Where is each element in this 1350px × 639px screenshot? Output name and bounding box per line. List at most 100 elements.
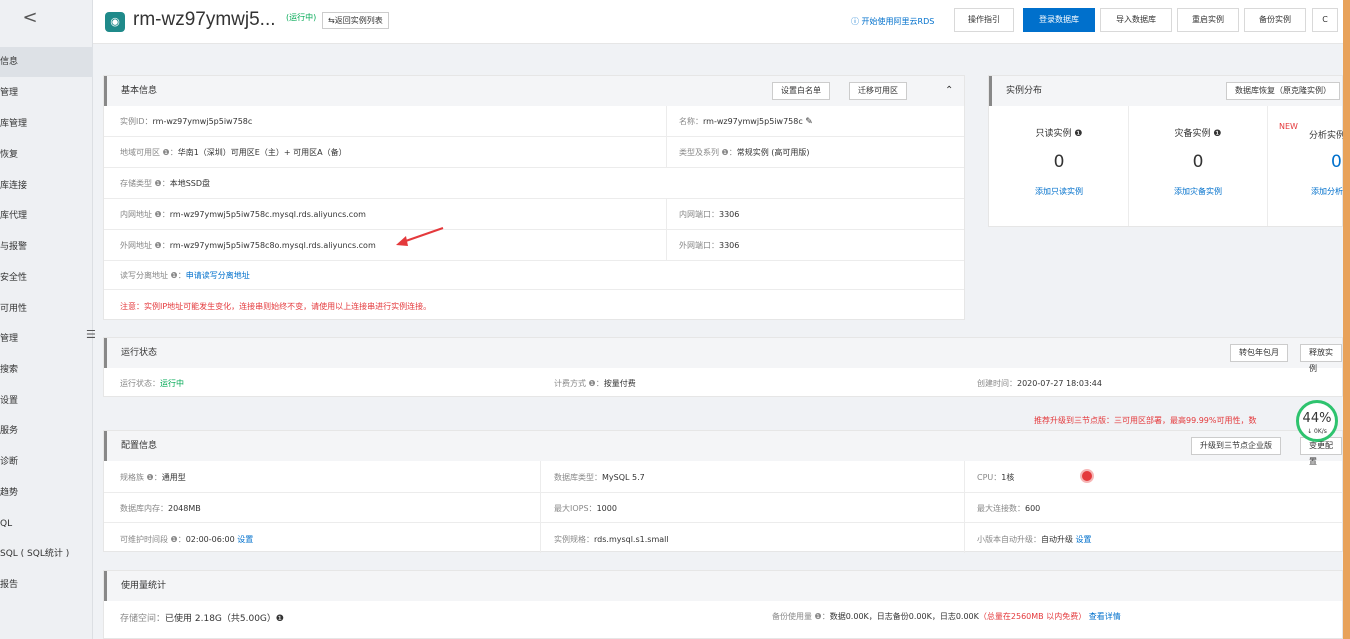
sidebar-item-info[interactable]: 信息 bbox=[0, 47, 93, 77]
login-db-button[interactable]: 登录数据库 bbox=[1023, 8, 1095, 32]
import-db-button[interactable]: 导入数据库 bbox=[1100, 8, 1172, 32]
whitelist-button[interactable]: 设置白名单 bbox=[772, 82, 830, 100]
instance-distribution-panel: 实例分布 数据库恢复（原克隆实例） 只读实例 ❶ 0 添加只读实例 灾备实例 ❶… bbox=[988, 75, 1345, 227]
sidebar-item[interactable]: 服务 bbox=[0, 416, 93, 446]
sidebar-item[interactable]: 诊断 bbox=[0, 447, 93, 477]
extranet-address: rm-wz97ymwj5p5iw758c8o.mysql.rds.aliyunc… bbox=[169, 241, 376, 250]
storage-type-label: 存储类型 ❶： bbox=[120, 179, 170, 188]
minor-upgrade-link[interactable]: 设置 bbox=[1076, 535, 1092, 544]
memory-label: 数据库内存： bbox=[120, 504, 168, 513]
created-value: 2020-07-27 18:03:44 bbox=[1017, 379, 1102, 388]
window-edge bbox=[1343, 0, 1350, 639]
cpu-value: 1核 bbox=[1001, 473, 1015, 482]
usage-title: 使用量统计 bbox=[121, 581, 167, 591]
storage-space-label: 存储空间： bbox=[120, 614, 166, 624]
storage-type-value: 本地SSD盘 bbox=[169, 179, 211, 188]
sidebar-item[interactable]: 报告 bbox=[0, 570, 93, 600]
max-conn-value: 600 bbox=[1025, 504, 1041, 513]
restart-button[interactable]: 重启实例 bbox=[1177, 8, 1239, 32]
back-to-list-button[interactable]: ⇆返回实例列表 bbox=[322, 12, 389, 29]
spec-label: 规格族 ❶： bbox=[120, 473, 162, 482]
back-arrow-icon[interactable]: < bbox=[18, 6, 42, 30]
billing-label: 计费方式 ❶： bbox=[554, 379, 604, 388]
monitor-speed: ↓ 0K/s bbox=[1307, 428, 1327, 435]
intranet-port-value: 3306 bbox=[719, 210, 740, 219]
getting-started-link[interactable]: ⓘ 开始使用阿里云RDS bbox=[851, 16, 934, 27]
memory-value: 2048MB bbox=[168, 504, 201, 513]
storage-space-value: 已使用 2.18G（共5.00G）❶ bbox=[165, 614, 284, 624]
sidebar-item[interactable]: 安全性 bbox=[0, 263, 93, 293]
sidebar-item[interactable]: 管理 bbox=[0, 78, 93, 108]
running-status-panel: 运行状态 转包年包月 释放实例 运行状态：运行中 计费方式 ❶：按量付费 创建时… bbox=[103, 337, 1343, 397]
backup-button[interactable]: 备份实例 bbox=[1244, 8, 1306, 32]
intranet-port-label: 内网端口： bbox=[679, 210, 719, 219]
sidebar-item[interactable]: 库代理 bbox=[0, 201, 93, 231]
collapse-icon[interactable]: ⌃ bbox=[945, 76, 953, 106]
basic-info-panel: 基本信息 设置白名单 迁移可用区 ⌃ 实例ID：rm-wz97ymwj5p5iw… bbox=[103, 75, 965, 320]
upgrade-promo-text: 推荐升级到三节点版：三可用区部署，最高99.99%可用性，数 bbox=[1034, 416, 1257, 425]
dbtype-value: MySQL 5.7 bbox=[602, 473, 645, 482]
billing-value: 按量付费 bbox=[603, 379, 636, 388]
sidebar-item[interactable]: 设置 bbox=[0, 386, 93, 416]
type-label: 类型及系列 ❶： bbox=[679, 148, 737, 157]
state-label: 运行状态： bbox=[120, 379, 160, 388]
backup-free-note: （总量在2560MB 以内免费） bbox=[978, 612, 1087, 621]
rw-split-link[interactable]: 申请读写分离地址 bbox=[186, 271, 250, 280]
dbtype-label: 数据库类型： bbox=[554, 473, 602, 482]
add-readonly-link[interactable]: 添加只读实例 bbox=[1004, 186, 1114, 197]
type-value: 常规实例 (高可用版) bbox=[736, 148, 810, 157]
iops-label: 最大IOPS： bbox=[554, 504, 597, 513]
edit-icon[interactable]: ✎ bbox=[805, 117, 813, 127]
guide-button[interactable]: 操作指引 bbox=[954, 8, 1014, 32]
distribution-header: 实例分布 数据库恢复（原克隆实例） bbox=[989, 76, 1342, 106]
upgrade-three-node-button[interactable]: 升级到三节点企业版 bbox=[1191, 437, 1281, 455]
rds-logo-icon: ◉ bbox=[105, 12, 125, 32]
region-value: 华南1（深圳）可用区E（主）+ 可用区A（备） bbox=[177, 148, 347, 157]
sidebar-item[interactable]: 库管理 bbox=[0, 109, 93, 139]
sidebar-item[interactable]: 搜索 bbox=[0, 355, 93, 385]
sidebar-item[interactable]: 可用性 bbox=[0, 294, 93, 324]
migrate-zone-button[interactable]: 迁移可用区 bbox=[849, 82, 907, 100]
name-label: 名称： bbox=[679, 117, 703, 126]
sidebar-item[interactable]: 与报警 bbox=[0, 232, 93, 262]
running-status-title: 运行状态 bbox=[121, 348, 158, 358]
instance-id-value: rm-wz97ymwj5p5iw758c bbox=[152, 117, 253, 126]
spec-value: 通用型 bbox=[161, 473, 186, 482]
state-value: 运行中 bbox=[160, 379, 184, 388]
backup-details-link[interactable]: 查看详情 bbox=[1089, 612, 1121, 621]
sidebar-item[interactable]: QL bbox=[0, 509, 93, 539]
monitor-percent: 44% bbox=[1302, 411, 1332, 426]
basic-info-title: 基本信息 bbox=[121, 86, 158, 96]
record-indicator-icon bbox=[1080, 469, 1094, 483]
menu-toggle-icon[interactable]: ☰ bbox=[86, 328, 96, 341]
db-restore-button[interactable]: 数据库恢复（原克隆实例） bbox=[1226, 82, 1340, 100]
refresh-button[interactable]: C bbox=[1312, 8, 1338, 32]
instance-id-label: 实例ID： bbox=[120, 117, 153, 126]
sidebar-item[interactable]: 恢复 bbox=[0, 140, 93, 170]
minor-upgrade-value: 自动升级 bbox=[1041, 535, 1073, 544]
created-label: 创建时间： bbox=[977, 379, 1017, 388]
maint-window-label: 可维护时间段 ❶： bbox=[120, 535, 186, 544]
backup-usage-label: 备份使用量 ❶： bbox=[772, 612, 830, 621]
disaster-count: 0 bbox=[1192, 152, 1204, 172]
max-conn-label: 最大连接数： bbox=[977, 504, 1025, 513]
sidebar-item[interactable]: 趋势 bbox=[0, 478, 93, 508]
sidebar-item[interactable]: SQL ( SQL统计 ) bbox=[0, 539, 93, 569]
maint-window-link[interactable]: 设置 bbox=[237, 535, 253, 544]
release-instance-button[interactable]: 释放实例 bbox=[1300, 344, 1342, 373]
ip-change-note: 注意：实例IP地址可能发生变化，连接串则始终不变，请使用以上连接串进行实例连接。 bbox=[120, 302, 432, 311]
name-value: rm-wz97ymwj5p5iw758c bbox=[703, 117, 803, 126]
add-analytic-link[interactable]: 添加分析 bbox=[1311, 186, 1343, 197]
running-status-header: 运行状态 转包年包月 释放实例 bbox=[104, 338, 1342, 373]
sidebar-item[interactable]: 库连接 bbox=[0, 171, 93, 201]
sidebar-item[interactable]: 管理 bbox=[0, 324, 93, 354]
convert-subscription-button[interactable]: 转包年包月 bbox=[1230, 344, 1288, 362]
usage-header: 使用量统计 bbox=[104, 571, 1342, 601]
network-monitor-widget[interactable]: 44% ↓ 0K/s bbox=[1296, 400, 1338, 442]
usage-panel: 使用量统计 存储空间：已使用 2.18G（共5.00G）❶ 备份使用量 ❶：数据… bbox=[103, 570, 1343, 639]
analytic-count: 0 bbox=[1331, 152, 1342, 172]
backup-usage-value: 数据0.00K，日志备份0.00K，日志0.00K bbox=[829, 612, 979, 621]
iops-value: 1000 bbox=[596, 504, 617, 513]
rw-split-label: 读写分离地址 ❶： bbox=[120, 271, 186, 280]
add-disaster-link[interactable]: 添加灾备实例 bbox=[1143, 186, 1253, 197]
